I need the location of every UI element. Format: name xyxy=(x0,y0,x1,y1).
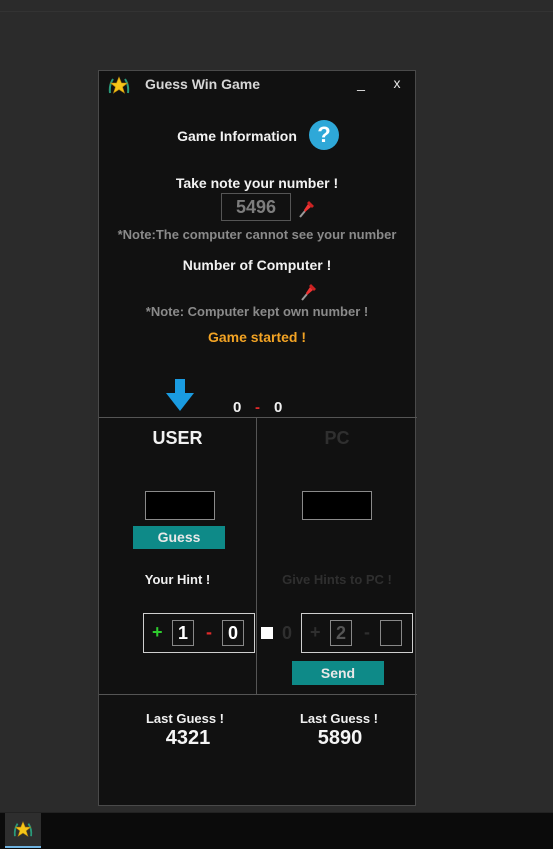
user-last-guess-label: Last Guess ! xyxy=(145,711,225,726)
players-panels: USER Guess Your Hint ! + 1 - 0 PC Give H… xyxy=(99,417,417,695)
user-hint-box: + 1 - 0 xyxy=(143,613,255,653)
pc-last-guess-value: 5890 xyxy=(317,727,363,749)
pc-zero-label: 0 xyxy=(282,623,293,643)
user-hint-minus-digit[interactable]: 0 xyxy=(222,620,244,646)
game-information-heading: Game Information xyxy=(177,128,297,144)
plus-sign: + xyxy=(310,622,321,642)
minimize-button[interactable]: _ xyxy=(351,73,371,93)
user-panel: USER Guess Your Hint ! + 1 - 0 xyxy=(99,418,257,694)
your-hint-label: Your Hint ! xyxy=(144,572,211,587)
star-badge-icon xyxy=(13,821,33,837)
pc-hint-minus-digit[interactable] xyxy=(380,620,402,646)
computer-number-note: *Note: Computer kept own number ! xyxy=(145,304,369,319)
plus-sign: + xyxy=(152,622,163,642)
star-badge-icon xyxy=(108,76,130,94)
game-window: Guess Win Game _ x Game Information ? Ta… xyxy=(98,70,417,806)
pc-guess-display xyxy=(302,491,372,520)
taskbar xyxy=(0,812,553,849)
minus-sign: - xyxy=(206,622,212,642)
pc-hint-plus-digit[interactable]: 2 xyxy=(330,620,352,646)
computer-number-heading: Number of Computer ! xyxy=(182,257,332,273)
guess-button[interactable]: Guess xyxy=(133,526,225,549)
arrow-down-icon xyxy=(166,379,194,411)
close-button[interactable]: x xyxy=(387,73,407,93)
minus-sign: - xyxy=(364,622,370,642)
user-guess-input[interactable] xyxy=(145,491,215,520)
user-number-note: *Note:The computer cannot see your numbe… xyxy=(117,227,397,242)
pc-hint-box: + 2 - xyxy=(301,613,413,653)
pushpin-icon[interactable] xyxy=(297,281,319,303)
score-separator: - xyxy=(255,399,260,416)
give-hints-label: Give Hints to PC ! xyxy=(282,572,392,587)
pc-panel: PC Give Hints to PC ! 0 + 2 - Send xyxy=(257,418,417,694)
top-divider xyxy=(0,11,553,12)
game-status: Game started ! xyxy=(207,329,307,345)
take-note-heading: Take note your number ! xyxy=(175,175,339,191)
title-bar[interactable]: Guess Win Game _ x xyxy=(99,71,415,99)
user-secret-number: 5496 xyxy=(221,193,291,221)
hint-checkbox[interactable] xyxy=(261,627,273,639)
pc-score: 0 xyxy=(274,399,283,416)
pc-last-guess-label: Last Guess ! xyxy=(299,711,379,726)
user-last-guess-value: 4321 xyxy=(165,727,211,749)
question-icon[interactable]: ? xyxy=(309,120,339,150)
window-title: Guess Win Game xyxy=(145,76,261,92)
pc-panel-title: PC xyxy=(324,428,350,448)
user-score: 0 xyxy=(233,399,242,416)
send-button[interactable]: Send xyxy=(292,661,384,685)
pushpin-icon[interactable] xyxy=(295,198,317,220)
user-hint-plus-digit[interactable]: 1 xyxy=(172,620,194,646)
user-panel-title: USER xyxy=(152,428,203,448)
taskbar-app-button[interactable] xyxy=(5,813,41,848)
